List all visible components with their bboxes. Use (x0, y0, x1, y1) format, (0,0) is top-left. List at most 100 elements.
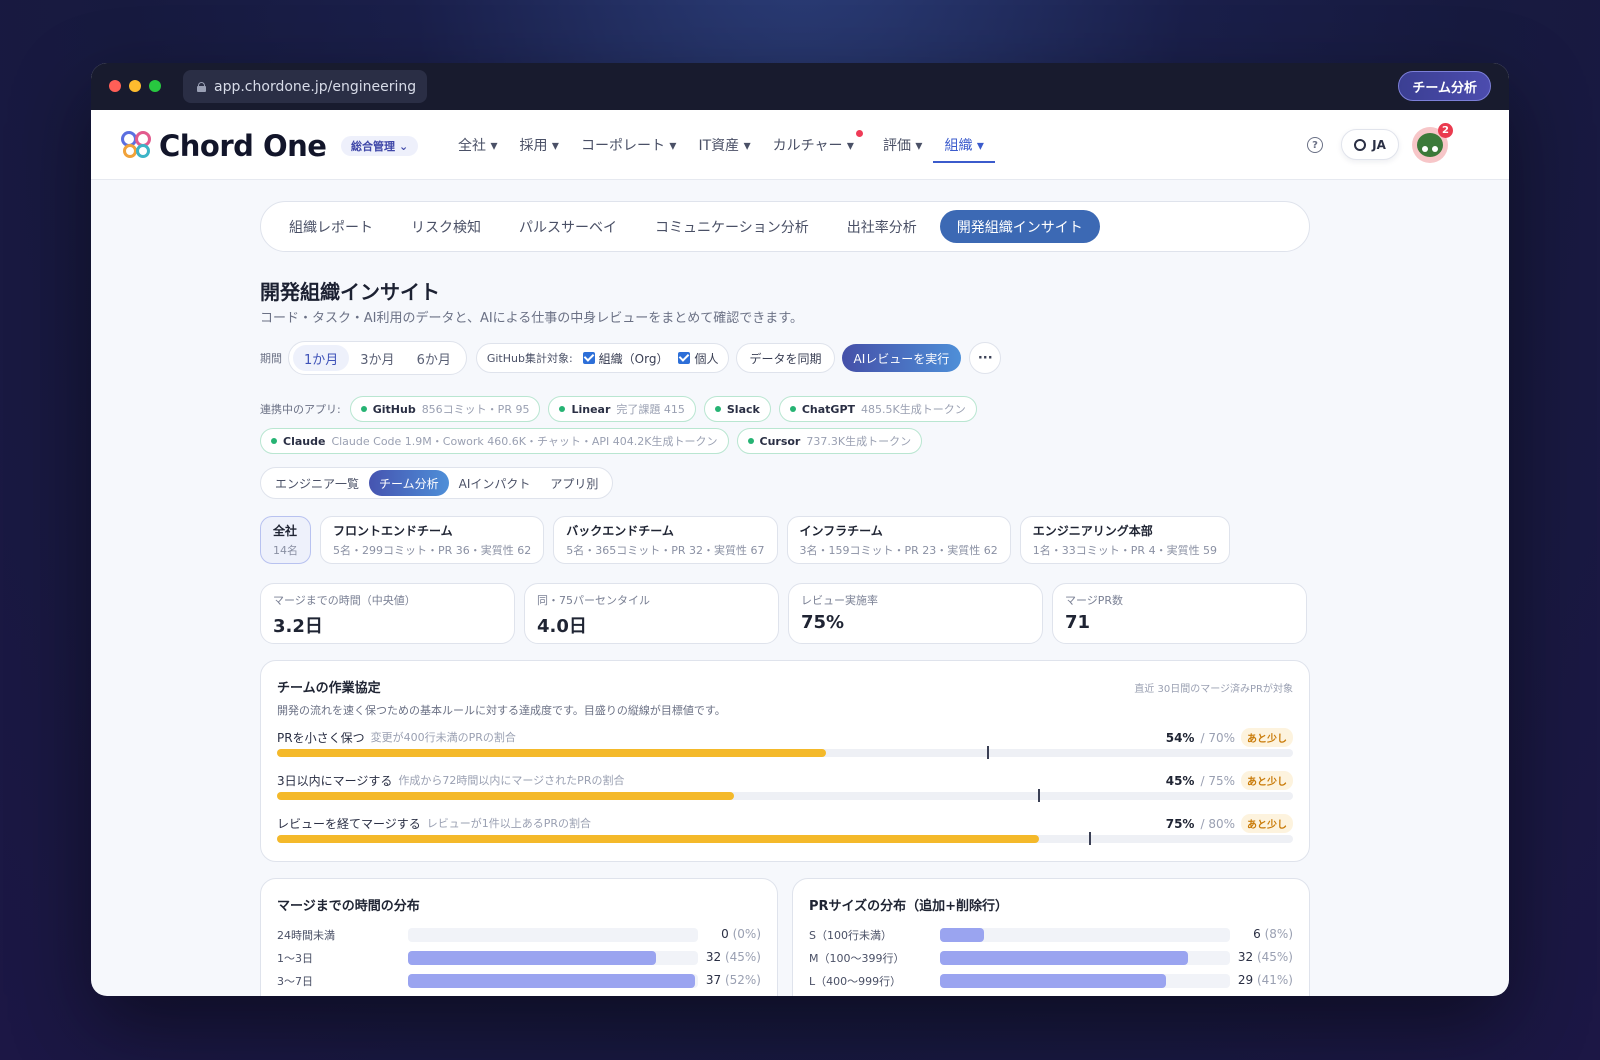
close-window-button[interactable] (109, 80, 121, 92)
nav-item-corporate[interactable]: コーポレート ▾ (570, 110, 687, 180)
github-org-checkbox[interactable]: 組織（Org） (582, 350, 669, 367)
tab-pulse-survey[interactable]: パルスサーベイ (500, 210, 636, 243)
run-ai-review-button[interactable]: AIレビューを実行 (841, 344, 962, 372)
language-label: JA (1372, 137, 1386, 152)
app-pill-slack[interactable]: Slack (703, 396, 771, 422)
lock-icon (197, 81, 206, 92)
team-card-frontend[interactable]: フロントエンドチーム 5名・299コミット・PR 36・実質性 62 (320, 516, 545, 564)
agreement-description: 開発の流れを速く保つための基本ルールに対する達成度です。目盛りの縦線が目標値です… (277, 704, 726, 717)
github-personal-label: 個人 (694, 351, 719, 366)
app-pill-chatgpt[interactable]: ChatGPT 485.5K生成トークン (778, 396, 977, 422)
distribution-label: 24時間未満 (277, 929, 335, 942)
github-personal-checkbox[interactable]: 個人 (678, 350, 718, 367)
language-switcher[interactable]: JA (1341, 129, 1399, 160)
distribution-value: 6 (8%) (1253, 927, 1293, 941)
tab-org-report[interactable]: 組織レポート (270, 210, 392, 243)
distribution-label: 1〜3日 (277, 952, 313, 965)
team-analysis-pill[interactable]: チーム分析 (1398, 71, 1491, 101)
help-icon[interactable]: ? (1307, 137, 1323, 153)
team-card-all[interactable]: 全社 14名 (260, 516, 311, 564)
goal-value: 75% (1165, 816, 1195, 831)
scope-label: 総合管理 (351, 140, 395, 153)
team-agreement-card: チームの作業協定 直近 30日間のマージ済みPRが対象 開発の流れを速く保つため… (260, 660, 1310, 862)
distribution-percent: (45%) (724, 950, 761, 964)
page-description: コード・タスク・AI利用のデータと、AIによる仕事の中身レビューをまとめて確認で… (260, 311, 803, 326)
chord-one-logo-icon (121, 131, 153, 161)
team-card-infra[interactable]: インフラチーム 3名・159コミット・PR 23・実質性 62 (786, 516, 1011, 564)
distribution-bar (940, 974, 1166, 988)
status-dot-icon (747, 438, 754, 444)
github-scope-box: GitHub集計対象: 組織（Org） 個人 (475, 343, 730, 373)
maximize-window-button[interactable] (149, 80, 161, 92)
nav-item-it-assets[interactable]: IT資産 ▾ (687, 110, 761, 180)
merge-time-dist-title: マージまでの時間の分布 (277, 899, 420, 914)
target-marker (1038, 789, 1040, 802)
status-dot-icon (360, 406, 367, 412)
goal-value: 45% (1165, 773, 1195, 788)
more-options-button[interactable]: ··· (969, 342, 1002, 374)
period-6-months[interactable]: 6か月 (406, 345, 462, 371)
kpi-merge-time-median: マージまでの時間（中央値） 3.2日 (260, 583, 515, 644)
goal-name: レビューを経てマージする (277, 816, 421, 831)
view-tabs: エンジニア一覧 チーム分析 AIインパクト アプリ別 (260, 467, 614, 499)
distribution-track (940, 974, 1230, 988)
tab-dev-org-insights[interactable]: 開発組織インサイト (939, 210, 1100, 243)
distribution-value: 0 (0%) (721, 927, 761, 941)
app-pill-claude[interactable]: Claude Claude Code 1.9M・Cowork 460.6K・チャ… (260, 428, 729, 454)
status-dot-icon (271, 438, 277, 444)
agreement-note: 直近 30日間のマージ済みPRが対象 (1134, 684, 1293, 695)
distribution-track (408, 974, 698, 988)
address-bar[interactable]: app.chordone.jp/engineering (183, 70, 427, 103)
distribution-label: 3〜7日 (277, 975, 313, 988)
distribution-bar (408, 951, 656, 965)
url-text: app.chordone.jp/engineering (214, 78, 417, 95)
tab-by-app[interactable]: アプリ別 (540, 470, 608, 496)
app-pill-github[interactable]: GitHub 856コミット・PR 95 (349, 396, 541, 422)
tab-engineer-list[interactable]: エンジニア一覧 (265, 470, 369, 496)
goal-row: 3日以内にマージする 作成から72時間以内にマージされたPRの割合 45% / … (277, 771, 1293, 804)
distribution-count: 37 (705, 973, 722, 987)
distribution-label: M（100〜399行） (809, 952, 905, 965)
goal-row: PRを小さく保つ 変更が400行未満のPRの割合 54% / 70% あと少し (277, 728, 1293, 761)
nav-item-organization[interactable]: 組織 ▾ (933, 110, 996, 180)
minimize-window-button[interactable] (129, 80, 141, 92)
kpi-review-rate: レビュー実施率 75% (788, 583, 1043, 644)
title-bar: app.chordone.jp/engineering チーム分析 (91, 63, 1509, 110)
avatar[interactable]: 2 (1412, 123, 1453, 163)
tab-communication-analysis[interactable]: コミュニケーション分析 (636, 210, 828, 243)
distribution-track (408, 951, 698, 965)
tab-attendance-analysis[interactable]: 出社率分析 (828, 210, 936, 243)
app-pill-linear[interactable]: Linear 完了課題 415 (548, 396, 696, 422)
org-subtabs: 組織レポート リスク検知 パルスサーベイ コミュニケーション分析 出社率分析 開… (260, 201, 1310, 252)
nav-item-culture[interactable]: カルチャー ▾ (762, 110, 872, 180)
tab-team-analysis[interactable]: チーム分析 (369, 470, 449, 496)
logo-text: Chord One (159, 129, 327, 163)
connected-apps-label: 連携中のアプリ: (260, 403, 341, 416)
checkbox-checked-icon (678, 352, 691, 364)
team-card-backend[interactable]: バックエンドチーム 5名・365コミット・PR 32・実質性 67 (553, 516, 778, 564)
nav-item-recruiting[interactable]: 採用 ▾ (508, 110, 569, 180)
main-nav: 全社 ▾ 採用 ▾ コーポレート ▾ IT資産 ▾ カルチャー ▾ 評価 ▾ 組… (447, 110, 996, 180)
logo[interactable]: Chord One (121, 129, 327, 163)
filter-controls: 期間 1か月 3か月 6か月 GitHub集計対象: 組織（Org） 個人 デー… (260, 341, 1002, 375)
nav-item-company[interactable]: 全社 ▾ (447, 110, 508, 180)
tab-ai-impact[interactable]: AIインパクト (449, 470, 541, 496)
goal-target: / 80% (1200, 816, 1235, 831)
distribution-label: L（400〜999行） (809, 975, 902, 988)
period-3-months[interactable]: 3か月 (349, 345, 405, 371)
progress-fill (277, 749, 826, 757)
status-dot-icon (714, 406, 721, 412)
distribution-count: 6 (1253, 927, 1261, 941)
tab-risk-detection[interactable]: リスク検知 (392, 210, 500, 243)
progress-track (277, 832, 1293, 845)
distribution-bar (408, 974, 695, 988)
app-pill-cursor[interactable]: Cursor 737.3K生成トークン (736, 428, 923, 454)
team-selector: 全社 14名 フロントエンドチーム 5名・299コミット・PR 36・実質性 6… (260, 516, 1231, 564)
github-org-label: 組織（Org） (598, 351, 669, 366)
nav-item-culture-label: カルチャー ▾ (772, 138, 854, 154)
nav-item-evaluation[interactable]: 評価 ▾ (872, 110, 933, 180)
period-1-month[interactable]: 1か月 (293, 345, 350, 371)
team-card-engineering-hq[interactable]: エンジニアリング本部 1名・33コミット・PR 4・実質性 59 (1019, 516, 1231, 564)
scope-dropdown[interactable]: 総合管理 ⌄ (341, 136, 419, 156)
sync-data-button[interactable]: データを同期 (736, 343, 835, 373)
